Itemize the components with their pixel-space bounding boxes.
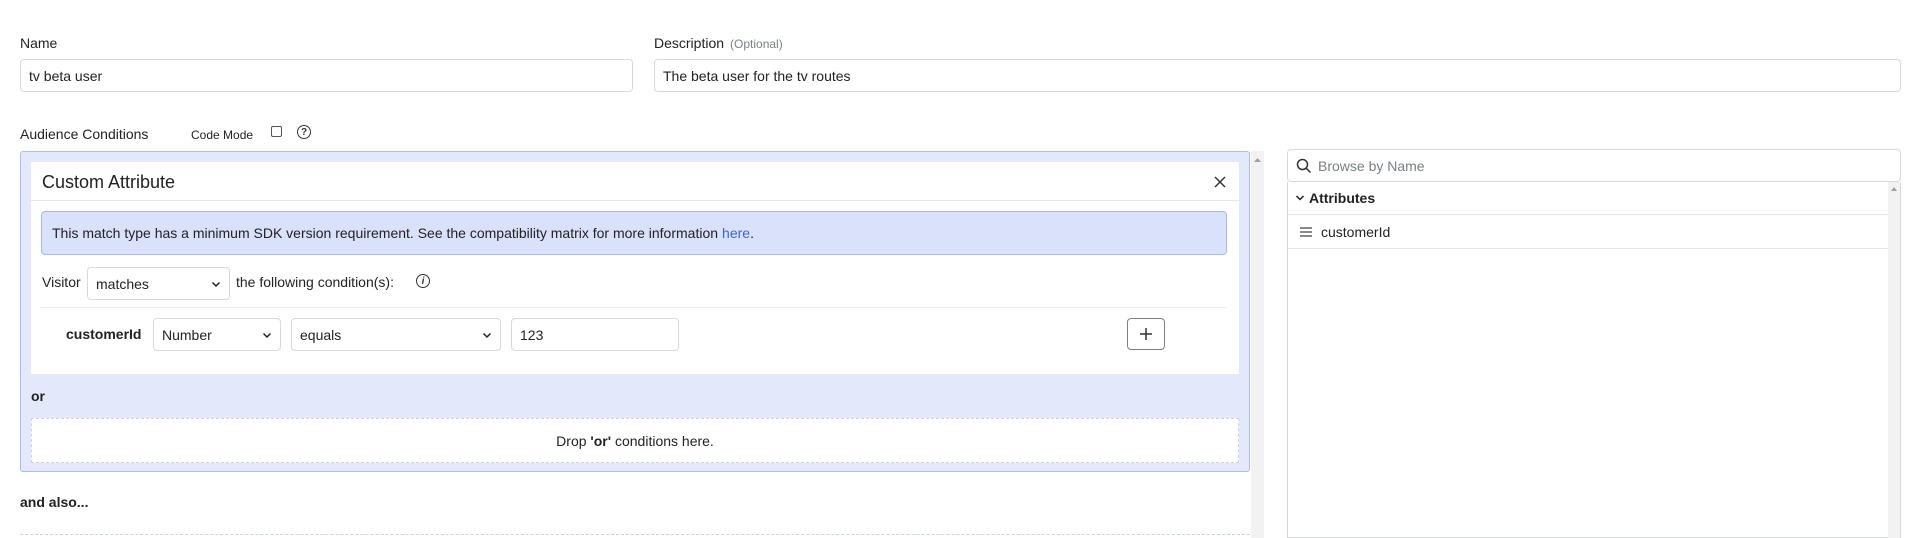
drop-quoted: 'or' xyxy=(590,432,612,449)
search-icon xyxy=(1296,158,1312,173)
chevron-down-icon xyxy=(262,332,272,338)
help-icon[interactable]: ? xyxy=(297,125,311,139)
visitor-label: Visitor xyxy=(42,274,81,290)
condition-attribute-name: customerId xyxy=(66,326,142,342)
attributes-section-header[interactable]: Attributes xyxy=(1288,182,1888,215)
and-also-label: and also... xyxy=(20,494,89,510)
attribute-item[interactable]: customerId xyxy=(1288,215,1888,249)
attributes-scrollbar[interactable] xyxy=(1888,182,1900,538)
type-select[interactable]: Number xyxy=(153,318,281,351)
browse-search-placeholder: Browse by Name xyxy=(1318,157,1425,174)
drop-suffix: conditions here. xyxy=(614,432,714,449)
scroll-up-icon[interactable] xyxy=(1888,184,1900,194)
add-condition-button[interactable] xyxy=(1127,318,1165,350)
and-also-drop-zone[interactable] xyxy=(20,534,1250,536)
attribute-item-label: customerId xyxy=(1321,223,1391,240)
browse-search-box[interactable]: Browse by Name xyxy=(1287,149,1901,182)
plus-icon xyxy=(1140,328,1152,340)
sdk-notice: This match type has a minimum SDK versio… xyxy=(41,211,1227,255)
row-divider xyxy=(41,307,1227,308)
code-mode-label: Code Mode xyxy=(191,128,254,142)
name-input[interactable]: tv beta user xyxy=(20,59,633,92)
type-select-value: Number xyxy=(162,326,212,343)
condition-value-input[interactable]: 123 xyxy=(511,318,679,351)
chevron-down-icon xyxy=(482,332,492,338)
notice-link[interactable]: here xyxy=(722,225,750,241)
custom-attribute-card: Custom Attribute This match type has a m… xyxy=(31,162,1239,374)
drop-prefix: Drop xyxy=(556,432,587,449)
operator-select[interactable]: equals xyxy=(291,318,501,351)
code-mode-checkbox[interactable] xyxy=(271,126,282,137)
following-conditions-label: the following condition(s): xyxy=(236,274,394,290)
description-input[interactable]: The beta user for the tv routes xyxy=(654,59,1901,92)
notice-text: This match type has a minimum SDK versio… xyxy=(52,225,719,241)
conditions-container: Custom Attribute This match type has a m… xyxy=(20,151,1250,472)
close-icon[interactable] xyxy=(1213,175,1227,189)
audience-conditions-label: Audience Conditions xyxy=(20,126,149,142)
or-drop-zone[interactable]: Drop 'or' conditions here. xyxy=(31,418,1239,463)
operator-select-value: equals xyxy=(300,326,342,343)
optional-note: (Optional) xyxy=(730,37,783,51)
match-select[interactable]: matches xyxy=(87,267,230,300)
name-label: Name xyxy=(20,35,58,51)
conditions-scrollbar[interactable] xyxy=(1251,151,1264,538)
notice-period: . xyxy=(750,225,754,241)
description-label: Description (Optional) xyxy=(654,35,783,51)
card-title: Custom Attribute xyxy=(42,172,176,192)
info-icon[interactable]: i xyxy=(416,274,430,288)
attributes-section-label: Attributes xyxy=(1309,190,1376,206)
card-divider xyxy=(31,200,1239,201)
description-label-text: Description xyxy=(654,35,725,51)
chevron-down-icon xyxy=(211,281,221,287)
scroll-up-icon[interactable] xyxy=(1251,155,1264,165)
drag-handle-icon xyxy=(1300,226,1312,237)
chevron-down-icon xyxy=(1295,195,1305,201)
match-select-value: matches xyxy=(96,275,149,292)
or-label: or xyxy=(31,388,45,404)
attributes-panel: Attributes customerId xyxy=(1287,182,1901,538)
